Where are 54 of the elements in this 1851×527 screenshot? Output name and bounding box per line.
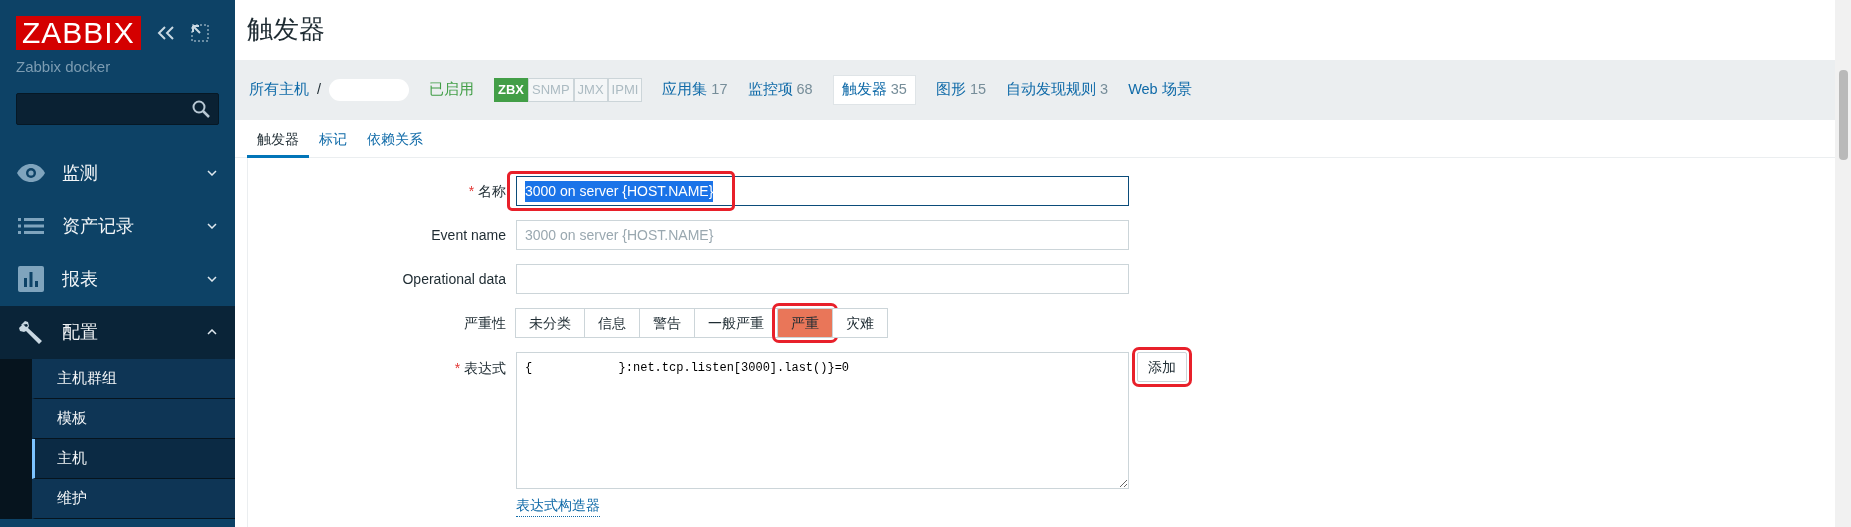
breadcrumb-tab[interactable]: 自动发现规则 3 — [1006, 79, 1109, 101]
search-field[interactable] — [16, 92, 219, 125]
breadcrumb-tab[interactable]: 图形 15 — [935, 79, 986, 101]
submenu-item[interactable]: 模板 — [32, 398, 235, 439]
availability-badge: ZBX — [494, 78, 529, 102]
tab[interactable]: 触发器 — [247, 120, 309, 158]
availability-badge: JMX — [573, 78, 608, 102]
breadcrumb-tab[interactable]: Web 场景 — [1128, 79, 1192, 101]
breadcrumb-link[interactable]: 所有主机 — [249, 79, 309, 101]
menu-item[interactable]: 配置 — [0, 305, 235, 359]
availability-badge: IPMI — [607, 78, 643, 102]
chevron-icon — [207, 276, 217, 282]
breadcrumb-tab[interactable]: 监控项 68 — [747, 79, 813, 101]
kiosk-mode-icon[interactable] — [190, 24, 209, 42]
logo: ZABBIX — [16, 16, 141, 50]
severity-option[interactable]: 一般严重 — [694, 308, 778, 338]
chevron-icon — [207, 329, 217, 335]
submenu-item[interactable]: 维护 — [32, 478, 235, 519]
chevron-icon — [207, 223, 217, 229]
tab[interactable]: 依赖关系 — [357, 120, 433, 158]
eye-icon — [16, 163, 46, 183]
menu-item[interactable]: 监测 — [0, 146, 235, 200]
expression-field[interactable]: { }:net.tcp.listen[3000].last()}=0 — [516, 352, 1129, 489]
availability-badge: SNMP — [528, 78, 574, 102]
chevron-icon — [207, 170, 217, 176]
severity-option[interactable]: 灾难 — [832, 308, 888, 338]
breadcrumb-tab[interactable]: 应用集 17 — [662, 79, 728, 101]
field-label: * 名称 — [467, 181, 507, 201]
severity-option[interactable]: 警告 — [639, 308, 695, 338]
submenu-item[interactable]: 主机 — [32, 438, 235, 479]
tab[interactable]: 标记 — [309, 120, 357, 158]
collapse-icon[interactable] — [156, 25, 175, 41]
field-label: * 表达式 — [453, 359, 507, 378]
breadcrumb-separator: / — [317, 80, 322, 100]
menu-item[interactable]: 报表 — [0, 252, 235, 306]
event-name-field[interactable]: 3000 on server {HOST.NAME} — [516, 220, 1129, 250]
breadcrumb-tab[interactable]: 触发器 35 — [832, 75, 916, 105]
scrollbar[interactable] — [1835, 0, 1851, 527]
menu-item[interactable]: 资产记录 — [0, 199, 235, 253]
field-label: Event name — [430, 225, 507, 245]
list-icon — [16, 217, 46, 235]
bar-chart-icon — [16, 266, 46, 292]
server-name: Zabbix docker — [15, 57, 112, 77]
search-icon[interactable] — [192, 99, 210, 118]
field-label: Operational data — [401, 269, 507, 289]
operational-data-field[interactable] — [516, 264, 1129, 294]
expression-constructor-link[interactable]: 表达式构造器 — [516, 495, 600, 517]
severity-option[interactable]: 信息 — [584, 308, 640, 338]
severity-option[interactable]: 未分类 — [515, 308, 585, 338]
submenu-item[interactable]: 主机群组 — [32, 358, 235, 399]
name-field[interactable]: 3000 on server {HOST.NAME} — [516, 176, 1129, 206]
page-title: 触发器 — [246, 13, 326, 46]
field-label: 严重性 — [463, 313, 507, 333]
status-text: 已启用 — [429, 80, 475, 100]
